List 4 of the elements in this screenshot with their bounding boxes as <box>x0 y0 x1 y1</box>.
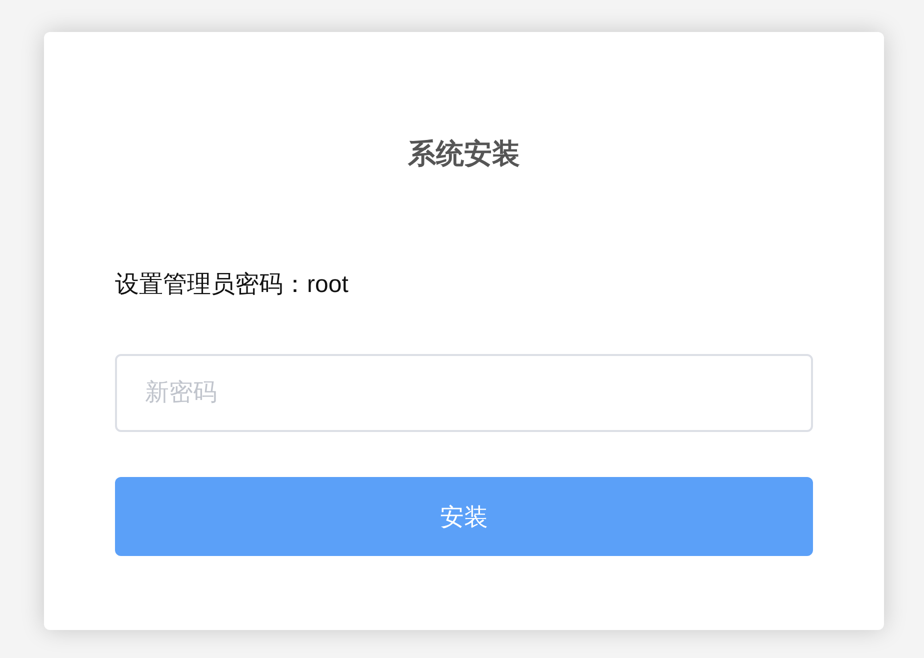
dialog-title: 系统安装 <box>406 137 521 171</box>
password-field[interactable]: 新密码 <box>115 354 813 432</box>
password-label: 设置管理员密码：root <box>115 270 350 300</box>
install-button[interactable]: 安装 <box>115 477 813 556</box>
